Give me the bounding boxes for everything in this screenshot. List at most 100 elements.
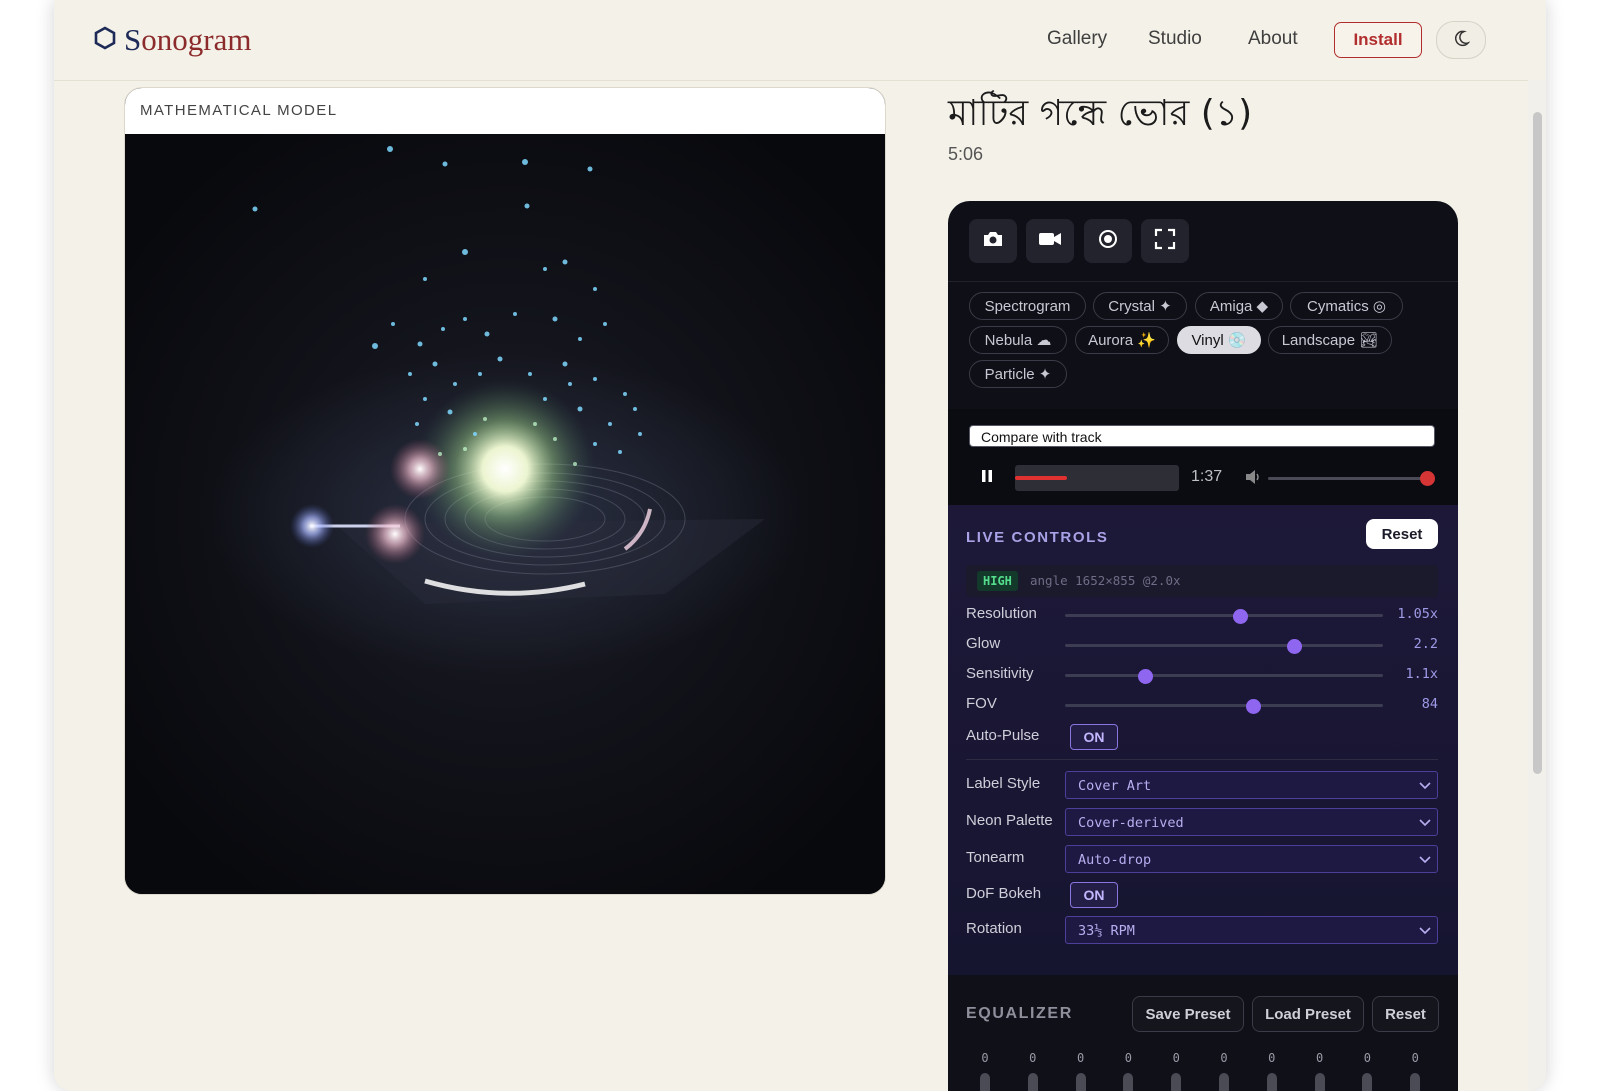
mode-chip-crystal[interactable]: Crystal ✦ — [1093, 292, 1187, 320]
resolution-value: 1.05x — [1397, 606, 1438, 622]
nav-gallery[interactable]: Gallery — [1047, 28, 1107, 50]
logo[interactable]: Sonogram — [94, 20, 251, 60]
current-time: 1:37 — [1191, 468, 1223, 485]
eq-band-value: 0 — [1315, 1051, 1324, 1065]
live-reset-button[interactable]: Reset — [1366, 519, 1438, 549]
live-controls-title: LIVE CONTROLS — [966, 529, 1109, 546]
nav-about[interactable]: About — [1248, 28, 1298, 50]
divider — [966, 759, 1438, 760]
chevron-down-icon — [1419, 848, 1431, 868]
record-button[interactable] — [1084, 219, 1132, 263]
fov-knob[interactable] — [1245, 699, 1261, 714]
resolution-label: Resolution — [966, 605, 1037, 622]
eq-band-slider[interactable] — [1075, 1073, 1086, 1091]
pause-icon — [981, 469, 993, 488]
eq-band-slider[interactable] — [1410, 1073, 1421, 1091]
video-icon — [1038, 231, 1062, 252]
eq-band-slider[interactable] — [1027, 1073, 1038, 1091]
fullscreen-icon — [1154, 228, 1176, 255]
app-window: Sonogram Gallery Studio About Install MA… — [54, 0, 1546, 1091]
load-preset-button[interactable]: Load Preset — [1252, 996, 1364, 1032]
eq-band-slider[interactable] — [1219, 1073, 1229, 1091]
install-button[interactable]: Install — [1334, 22, 1422, 58]
fullscreen-button[interactable] — [1141, 219, 1189, 263]
compare-with-track-button[interactable]: Compare with track — [969, 425, 1435, 447]
control-panel: Spectrogram Crystal ✦ Amiga ◆ Cymatics ◎… — [948, 201, 1458, 1091]
progress-bar[interactable] — [1015, 465, 1179, 491]
mode-chip-spectrogram[interactable]: Spectrogram — [969, 292, 1086, 320]
neon-palette-select[interactable]: Cover-derived — [1065, 808, 1438, 836]
volume-slider[interactable] — [1268, 477, 1428, 480]
mode-chip-cymatics[interactable]: Cymatics ◎ — [1290, 292, 1403, 320]
record-icon — [1098, 229, 1118, 254]
eq-band-slider[interactable] — [1266, 1073, 1277, 1091]
theme-toggle-button[interactable] — [1436, 21, 1486, 59]
screenshot-button[interactable] — [969, 219, 1017, 263]
moon-icon — [1452, 29, 1471, 52]
eq-band-slider[interactable] — [1314, 1073, 1325, 1091]
sensitivity-slider[interactable] — [1065, 674, 1383, 677]
sensitivity-knob[interactable] — [1137, 669, 1153, 684]
eq-band-value: 0 — [1172, 1051, 1180, 1065]
chevron-down-icon — [1419, 919, 1431, 939]
eq-band-slider[interactable] — [1362, 1073, 1373, 1091]
quality-info: angle 1652×855 @2.0x — [1030, 573, 1181, 588]
auto-pulse-label: Auto-Pulse — [966, 727, 1040, 744]
eq-band-value: 0 — [1076, 1051, 1085, 1065]
tonearm-label: Tonearm — [966, 849, 1025, 866]
glow-label: Glow — [966, 635, 1001, 652]
scrollbar-thumb[interactable] — [1533, 112, 1542, 774]
dof-bokeh-toggle[interactable]: ON — [1070, 882, 1118, 908]
fov-slider[interactable] — [1065, 704, 1383, 707]
label-style-select[interactable]: Cover Art — [1065, 771, 1438, 799]
logo-rest: onogram — [141, 22, 252, 57]
mode-chip-vinyl[interactable]: Vinyl 💿 — [1177, 326, 1261, 354]
visualizer-canvas[interactable] — [125, 134, 885, 894]
rotation-value: 33⅓ RPM — [1078, 923, 1135, 939]
resolution-slider[interactable] — [1065, 614, 1383, 617]
fov-label: FOV — [966, 695, 997, 712]
live-controls: LIVE CONTROLS Reset HIGH angle 1652×855 … — [948, 505, 1458, 976]
label-style-value: Cover Art — [1078, 778, 1152, 794]
mode-chip-nebula[interactable]: Nebula ☁ — [969, 326, 1067, 354]
eq-reset-button[interactable]: Reset — [1372, 996, 1439, 1032]
chevron-down-icon — [1419, 774, 1431, 794]
volume-knob[interactable] — [1420, 471, 1435, 486]
nav-studio[interactable]: Studio — [1148, 28, 1202, 50]
mode-chip-aurora[interactable]: Aurora ✨ — [1075, 326, 1169, 354]
logo-prefix: S — [124, 22, 142, 57]
eq-band-value: 0 — [1220, 1051, 1228, 1065]
mode-chip-landscape[interactable]: Landscape 🏞 — [1268, 326, 1392, 354]
neon-palette-value: Cover-derived — [1078, 815, 1184, 831]
label-style-label: Label Style — [966, 775, 1041, 792]
hexagon-logo-icon — [94, 26, 116, 54]
mode-chip-amiga[interactable]: Amiga ◆ — [1195, 292, 1283, 320]
save-preset-button[interactable]: Save Preset — [1132, 996, 1244, 1032]
mode-chip-particle[interactable]: Particle ✦ — [969, 360, 1067, 388]
eq-band-slider[interactable] — [1171, 1073, 1182, 1091]
eq-band-slider[interactable] — [1123, 1073, 1134, 1091]
tonearm-select[interactable]: Auto-drop — [1065, 845, 1438, 873]
dof-bokeh-label: DoF Bokeh — [966, 885, 1042, 902]
glow-value: 2.2 — [1413, 636, 1438, 652]
rotation-select[interactable]: 33⅓ RPM — [1065, 916, 1438, 944]
equalizer-title: EQUALIZER — [966, 1005, 1073, 1022]
pause-button[interactable] — [978, 469, 996, 487]
equalizer: EQUALIZER Save Preset Load Preset Reset … — [948, 975, 1458, 1091]
resolution-knob[interactable] — [1232, 609, 1248, 624]
eq-band-value: 0 — [1411, 1051, 1419, 1065]
record-video-button[interactable] — [1026, 219, 1074, 263]
glow-knob[interactable] — [1286, 639, 1302, 654]
quality-badge: HIGH — [977, 571, 1018, 591]
chevron-down-icon — [1419, 811, 1431, 831]
sensitivity-value: 1.1x — [1405, 666, 1438, 682]
glow-slider[interactable] — [1065, 644, 1383, 647]
card-label: MATHEMATICAL MODEL — [140, 102, 338, 119]
site-header: Sonogram Gallery Studio About Install — [54, 0, 1528, 81]
visualizer-card: MATHEMATICAL MODEL — [124, 87, 886, 895]
speaker-icon[interactable] — [1245, 469, 1265, 487]
eq-band-value: 0 — [1363, 1051, 1371, 1065]
auto-pulse-toggle[interactable]: ON — [1070, 724, 1118, 750]
panel-toolbar — [948, 201, 1458, 282]
eq-band-slider[interactable] — [980, 1073, 990, 1091]
